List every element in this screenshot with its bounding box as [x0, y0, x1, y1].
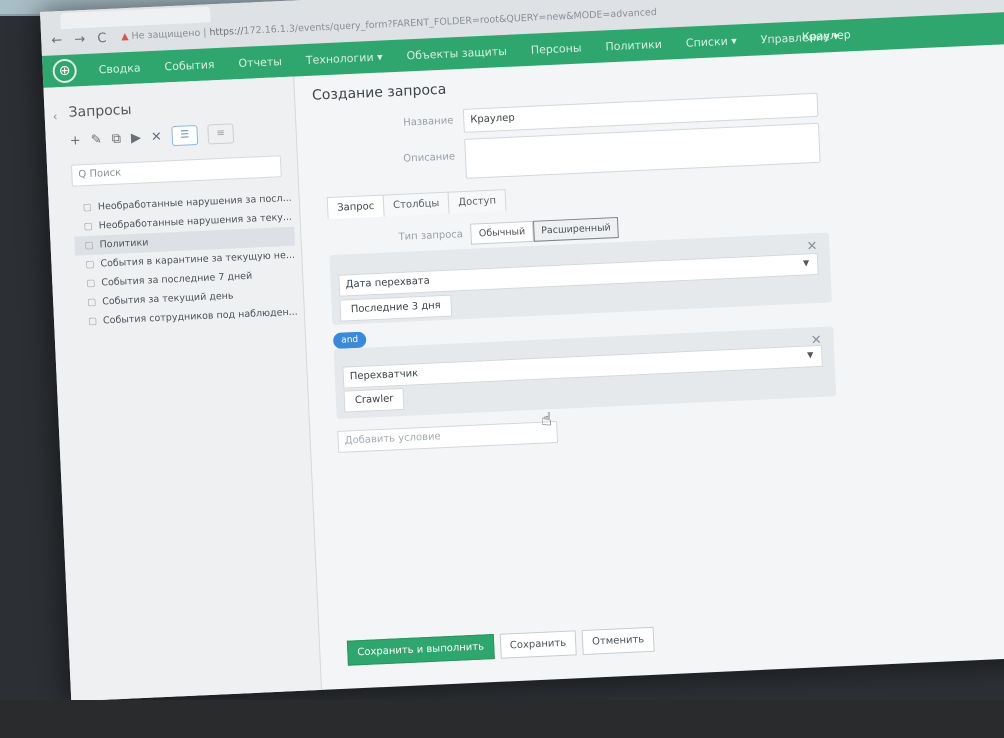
- query-icon: ▢: [86, 296, 97, 309]
- page-title: Создание запроса: [311, 81, 447, 104]
- url-protocol: https://: [209, 25, 244, 39]
- folder-icon: ▢: [84, 239, 94, 252]
- save-and-run-button[interactable]: Сохранить и выполнить: [346, 634, 495, 666]
- and-operator[interactable]: and: [332, 331, 367, 350]
- nav-buttons: ← → C: [51, 31, 115, 48]
- security-label: Не защищено: [131, 27, 201, 42]
- user-name[interactable]: Краулер: [802, 28, 851, 43]
- condition-value[interactable]: Crawler: [343, 387, 405, 413]
- add-icon[interactable]: +: [70, 133, 82, 148]
- query-icon: ▢: [87, 315, 98, 328]
- edit-icon[interactable]: ✎: [90, 132, 102, 147]
- logo-icon[interactable]: ⊕: [52, 58, 78, 84]
- search-input[interactable]: Q Поиск: [70, 155, 282, 187]
- nav-item-lists[interactable]: Списки ▾: [686, 34, 737, 49]
- hand-cursor-icon: ☝: [540, 409, 553, 431]
- run-icon[interactable]: ▶: [131, 130, 142, 145]
- nav-item-reports[interactable]: Отчеты: [238, 55, 282, 70]
- nav-item-policies[interactable]: Политики: [605, 37, 662, 53]
- forward-icon[interactable]: →: [74, 32, 86, 47]
- description-label: Описание: [403, 151, 456, 165]
- sidebar-toolbar: + ✎ ⧉ ▶ ✕ ☰ ≡: [69, 123, 235, 150]
- tab-access[interactable]: Доступ: [447, 189, 507, 214]
- nav-item-summary[interactable]: Сводка: [98, 61, 140, 76]
- tab-query[interactable]: Запрос: [326, 194, 385, 220]
- reload-icon[interactable]: C: [97, 31, 107, 46]
- nav-item-events[interactable]: События: [164, 58, 215, 73]
- query-tabs: Запрос Столбцы Доступ: [326, 189, 507, 220]
- type-simple-button[interactable]: Обычный: [470, 220, 534, 245]
- main-content: Создание запроса Название Краулер Описан…: [311, 41, 1004, 689]
- type-advanced-button[interactable]: Расширенный: [532, 216, 620, 242]
- query-type-label: Тип запроса: [398, 229, 464, 243]
- save-button[interactable]: Сохранить: [499, 630, 577, 659]
- form-actions: Сохранить и выполнить Сохранить Отменить: [346, 626, 655, 666]
- compact-view-icon[interactable]: ≡: [207, 123, 235, 145]
- name-label: Название: [402, 115, 454, 129]
- list-view-icon[interactable]: ☰: [171, 124, 199, 147]
- browser-window: ← → C ▲ Не защищено | https://172.16.1.3…: [40, 0, 1004, 702]
- chevron-down-icon: ▼: [802, 258, 810, 268]
- warning-icon: ▲: [120, 31, 129, 43]
- add-condition-input[interactable]: Добавить условие: [337, 420, 559, 453]
- condition-block: ✕ Перехватчик ▼ Crawler: [333, 326, 837, 419]
- condition-field-select[interactable]: Дата перехвата ▼: [338, 252, 819, 297]
- cancel-button[interactable]: Отменить: [581, 626, 655, 656]
- nav-item-persons[interactable]: Персоны: [531, 41, 582, 56]
- nav-item-protected-objects[interactable]: Объекты защиты: [406, 44, 507, 62]
- query-list: ▢ Необработанные нарушения за посл... ▢ Не…: [73, 189, 299, 332]
- condition-value[interactable]: Последние 3 дня: [339, 294, 453, 322]
- back-icon[interactable]: ←: [51, 33, 63, 48]
- screen-bezel: [0, 700, 1004, 738]
- query-icon: ▢: [82, 201, 93, 214]
- tab-columns[interactable]: Столбцы: [382, 191, 450, 217]
- query-icon: ▢: [86, 277, 96, 290]
- copy-icon[interactable]: ⧉: [111, 131, 121, 146]
- delete-icon[interactable]: ✕: [151, 129, 163, 144]
- nav-item-technologies[interactable]: Технологии ▾: [306, 50, 383, 66]
- query-icon: ▢: [85, 258, 95, 271]
- sidebar-title: Запросы: [68, 101, 132, 121]
- collapse-icon[interactable]: ‹: [52, 109, 57, 123]
- query-icon: ▢: [83, 220, 94, 233]
- chevron-down-icon: ▼: [806, 350, 814, 360]
- description-field[interactable]: [464, 122, 821, 179]
- condition-field-select[interactable]: Перехватчик ▼: [342, 344, 823, 389]
- sidebar: ‹ Запросы + ✎ ⧉ ▶ ✕ ☰ ≡ Q Поиск ▢ Необраб…: [43, 76, 323, 702]
